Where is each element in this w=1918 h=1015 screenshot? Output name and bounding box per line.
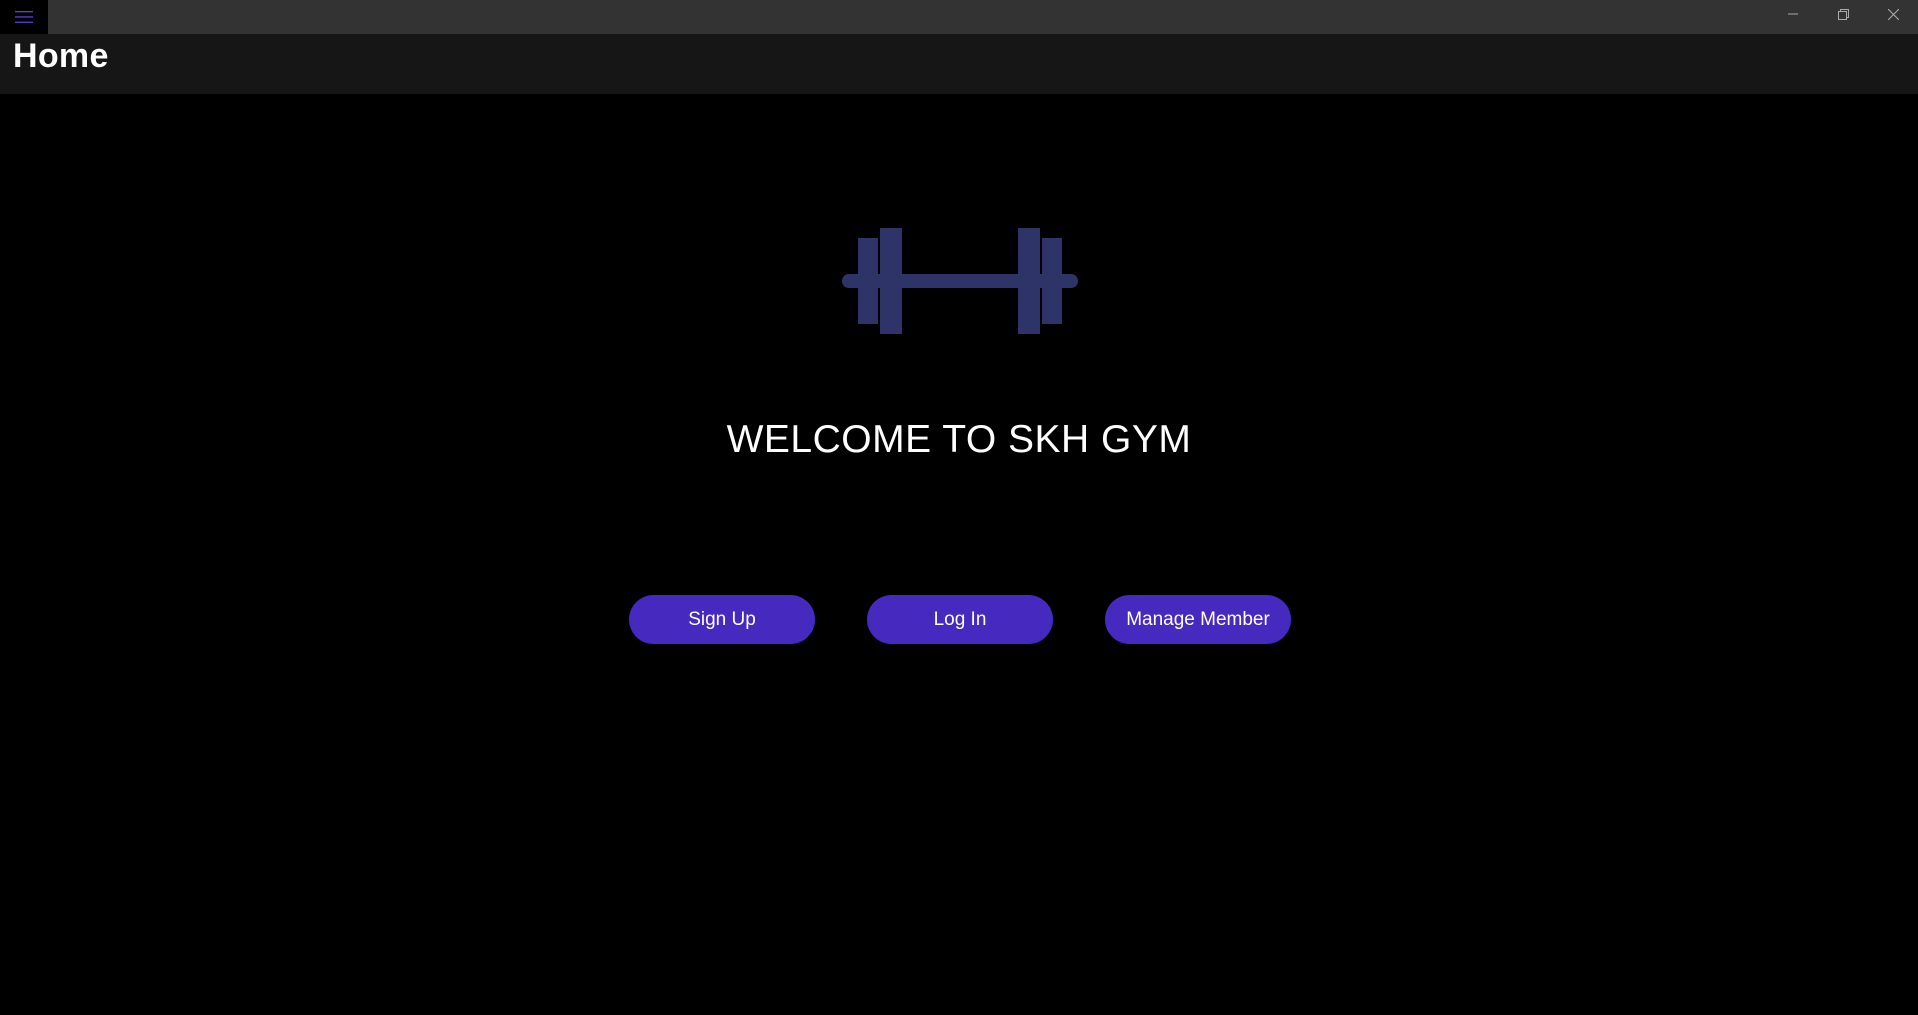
restore-button[interactable] <box>1818 0 1868 28</box>
barbell-icon <box>842 228 1078 334</box>
welcome-heading: WELCOME TO SKH GYM <box>726 418 1192 461</box>
page-header: Home <box>0 34 1918 94</box>
manage-member-button[interactable]: Manage Member <box>1105 595 1291 644</box>
close-icon <box>1887 8 1899 20</box>
log-in-button[interactable]: Log In <box>867 595 1053 644</box>
title-bar <box>0 0 1918 34</box>
close-button[interactable] <box>1868 0 1918 28</box>
minimize-icon <box>1788 13 1798 15</box>
hamburger-menu-icon <box>15 11 33 23</box>
restore-icon <box>1837 8 1849 20</box>
page-title: Home <box>13 37 109 75</box>
minimize-button[interactable] <box>1768 0 1818 28</box>
window-controls <box>1768 0 1918 28</box>
sign-up-button[interactable]: Sign Up <box>629 595 815 644</box>
hamburger-menu-button[interactable] <box>0 0 48 34</box>
